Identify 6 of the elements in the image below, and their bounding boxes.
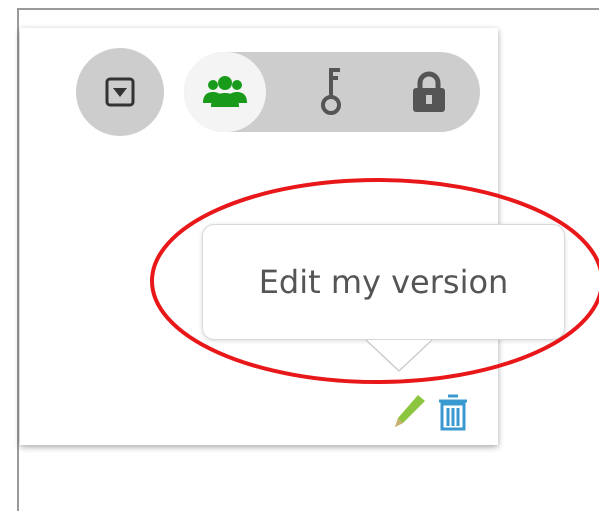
- tooltip-pointer: [365, 339, 433, 373]
- people-icon: [201, 75, 249, 109]
- padlock-icon: [411, 71, 447, 113]
- trash-icon: [436, 393, 470, 431]
- delete-button[interactable]: [436, 393, 470, 431]
- dropdown-icon: [105, 77, 135, 107]
